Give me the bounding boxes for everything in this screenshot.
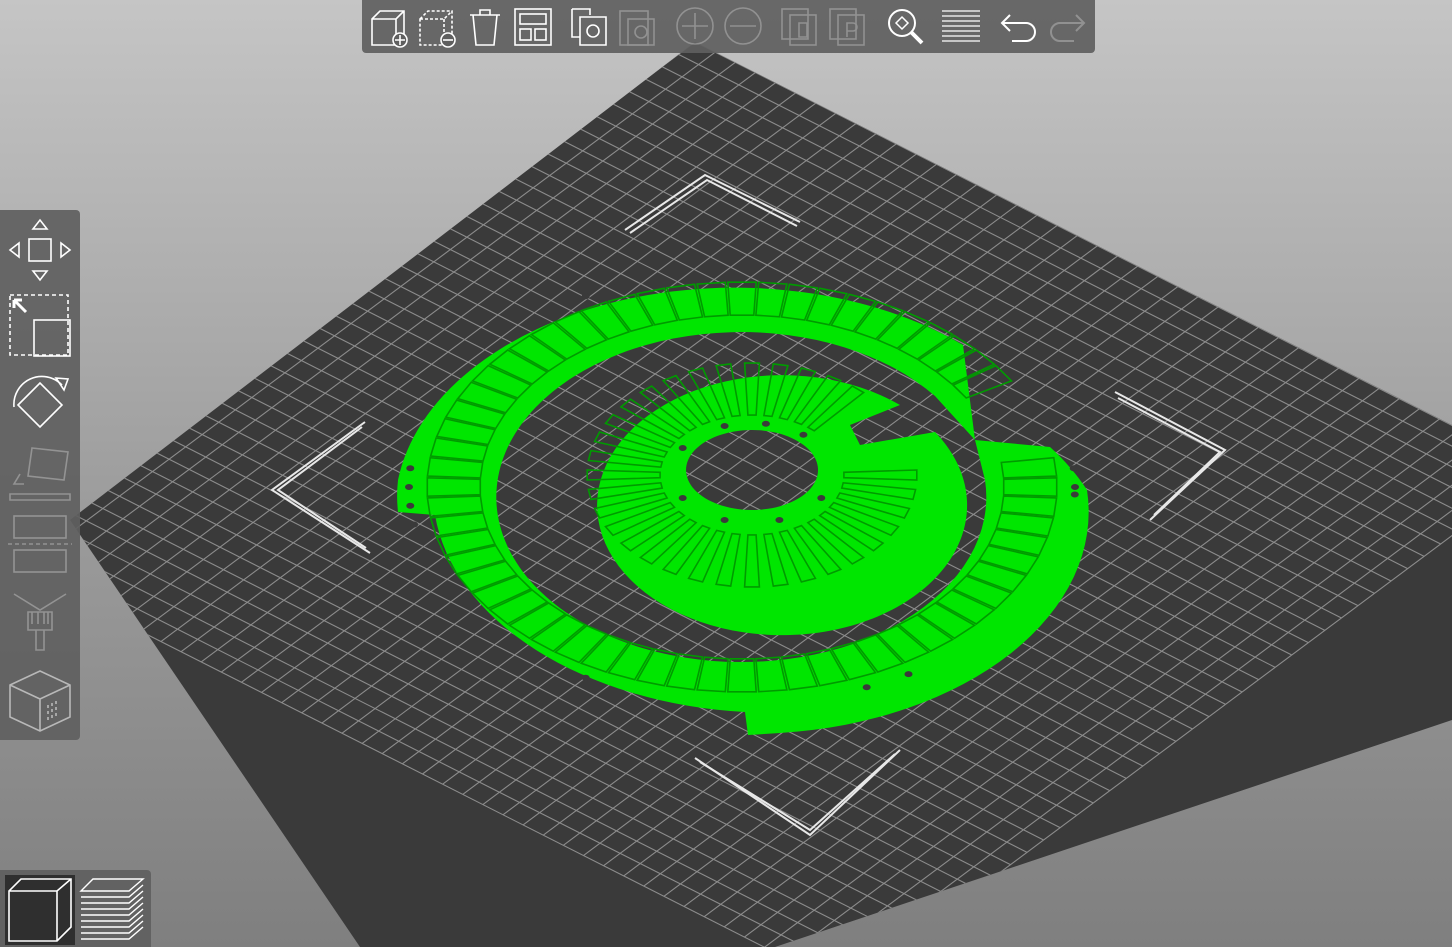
ring-hole: [817, 495, 826, 501]
copy-icon[interactable]: [566, 3, 612, 49]
split-to-objects-icon[interactable]: [776, 3, 822, 49]
search-icon[interactable]: [882, 3, 928, 49]
ring-hole: [406, 502, 415, 509]
add-object-icon[interactable]: [366, 3, 412, 49]
ring-hole: [851, 281, 860, 287]
ring-hole: [581, 674, 590, 681]
delete-all-icon[interactable]: [462, 3, 508, 49]
add-instance-icon[interactable]: [672, 3, 718, 49]
ring-hole: [405, 484, 413, 490]
arrange-icon[interactable]: [510, 3, 556, 49]
preview-layers-icon[interactable]: [77, 875, 147, 945]
ring-hole: [406, 465, 415, 472]
remove-instance-icon[interactable]: [720, 3, 766, 49]
ring-hole: [1069, 465, 1078, 472]
ring-hole: [775, 517, 784, 523]
scale-icon[interactable]: [4, 290, 76, 360]
ring-hole: [799, 431, 808, 438]
split-to-parts-icon[interactable]: [824, 3, 870, 49]
left-toolbar: [0, 210, 80, 740]
3d-scene[interactable]: [0, 0, 1452, 947]
ring-hole: [904, 296, 913, 303]
delete-object-icon[interactable]: [414, 3, 460, 49]
paint-supports-icon[interactable]: [4, 588, 76, 658]
place-on-face-icon[interactable]: [4, 438, 76, 508]
ring-hole: [613, 283, 622, 290]
rotate-icon[interactable]: [4, 365, 76, 435]
ring-hole: [410, 521, 419, 528]
undo-icon[interactable]: [996, 3, 1042, 49]
ring-hole: [1070, 491, 1079, 498]
ring-hole: [678, 445, 687, 451]
view-switch: [0, 870, 151, 947]
layers-editing-icon[interactable]: [938, 3, 984, 49]
ring-hole: [720, 423, 729, 429]
top-toolbar: [362, 0, 1095, 53]
ring-hole: [904, 671, 913, 678]
ring-hole: [1071, 484, 1079, 490]
ring-hole: [720, 517, 729, 523]
ring-hole: [678, 495, 687, 501]
ring-hole: [862, 684, 871, 691]
ring-hole: [761, 420, 770, 427]
move-icon[interactable]: [4, 215, 76, 285]
seam-painting-icon[interactable]: [4, 665, 76, 735]
paste-icon[interactable]: [614, 3, 660, 49]
cut-icon[interactable]: [4, 508, 76, 578]
redo-icon[interactable]: [1044, 3, 1090, 49]
view-3d-icon[interactable]: [5, 875, 75, 945]
ring-hole: [581, 293, 590, 300]
